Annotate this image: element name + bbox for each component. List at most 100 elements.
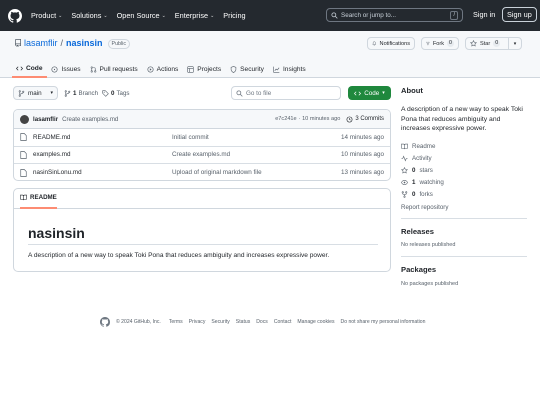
tab-security-label: Security bbox=[240, 66, 264, 73]
nav-pricing[interactable]: Pricing bbox=[223, 11, 245, 20]
readme-body: A description of a new way to speak Toki… bbox=[28, 252, 330, 259]
footer-link-docs[interactable]: Docs bbox=[256, 319, 268, 325]
nav-pricing-label: Pricing bbox=[223, 11, 246, 20]
tab-insights-label: Insights bbox=[282, 66, 306, 73]
footer-link-terms[interactable]: Terms bbox=[169, 319, 183, 325]
search-shortcut-key: / bbox=[450, 10, 458, 20]
tag-count: 0 bbox=[111, 90, 115, 97]
shield-icon bbox=[230, 66, 237, 73]
tag-icon bbox=[102, 90, 109, 97]
forks-link[interactable]: 0 forks bbox=[401, 191, 433, 198]
readme-heading: nasinsin bbox=[28, 225, 85, 241]
file-commit-message[interactable]: Upload of original markdown file bbox=[172, 169, 262, 176]
nav-open-source[interactable]: Open Source ⌄ bbox=[117, 11, 166, 20]
nav-solutions[interactable]: Solutions ⌄ bbox=[71, 11, 107, 20]
fork-button[interactable]: Fork 0 bbox=[421, 37, 459, 50]
file-list: lasamflir Create examples.md e7c241e · 1… bbox=[13, 109, 391, 181]
sign-in-link[interactable]: Sign in bbox=[473, 10, 495, 19]
file-name[interactable]: nasinSinLonu.md bbox=[33, 169, 82, 176]
file-row[interactable]: nasinSinLonu.md Upload of original markd… bbox=[14, 164, 390, 180]
chevron-down-icon: ⌄ bbox=[210, 12, 215, 19]
packages-heading[interactable]: Packages bbox=[401, 265, 436, 274]
tab-pull-requests-label: Pull requests bbox=[99, 66, 138, 73]
branch-selector[interactable]: main ▾ bbox=[13, 86, 58, 100]
fork-label: Fork bbox=[432, 40, 445, 47]
footer-link-manage-cookies[interactable]: Manage cookies bbox=[297, 319, 334, 325]
stars-count: 0 bbox=[412, 167, 416, 174]
avatar[interactable] bbox=[20, 114, 29, 124]
readme-link-label: Readme bbox=[412, 143, 436, 150]
bell-icon bbox=[372, 41, 377, 46]
readme-panel: README nasinsin A description of a new w… bbox=[13, 188, 391, 272]
star-list-dropdown[interactable]: ▾ bbox=[508, 37, 522, 50]
readme-link[interactable]: Readme bbox=[401, 143, 435, 150]
tab-projects[interactable]: Projects bbox=[183, 58, 226, 78]
nav-enterprise-label: Enterprise bbox=[174, 11, 209, 20]
footer: © 2024 GitHub, Inc. Terms Privacy Securi… bbox=[100, 317, 425, 327]
tab-insights[interactable]: Insights bbox=[269, 58, 311, 78]
packages-empty: No packages published bbox=[401, 281, 459, 287]
tab-pull-requests[interactable]: Pull requests bbox=[86, 58, 143, 78]
star-button[interactable]: Star 0 bbox=[465, 37, 509, 50]
sign-up-button[interactable]: Sign up bbox=[502, 7, 537, 22]
repo-owner-link[interactable]: lasamflir bbox=[24, 38, 58, 48]
tags-link[interactable]: 0 Tags bbox=[102, 90, 130, 97]
chevron-down-icon: ▾ bbox=[513, 40, 517, 47]
search-input[interactable]: Search or jump to... / bbox=[326, 8, 463, 22]
notifications-button[interactable]: Notifications bbox=[367, 37, 415, 50]
commit-author[interactable]: lasamflir bbox=[33, 116, 58, 123]
code-icon bbox=[16, 66, 23, 71]
activity-link-label: Activity bbox=[412, 155, 432, 162]
tab-code[interactable]: Code bbox=[12, 58, 48, 78]
footer-link-privacy[interactable]: Privacy bbox=[189, 319, 206, 325]
footer-link-do-not-share[interactable]: Do not share my personal information bbox=[341, 319, 426, 325]
file-commit-message[interactable]: Initial commit bbox=[172, 134, 209, 141]
footer-link-contact[interactable]: Contact bbox=[274, 319, 292, 325]
releases-heading[interactable]: Releases bbox=[401, 227, 434, 236]
branch-count-label: Branch bbox=[78, 90, 99, 97]
releases-empty: No releases published bbox=[401, 242, 456, 248]
branches-link[interactable]: 1 Branch bbox=[64, 90, 98, 97]
stars-label: stars bbox=[419, 167, 433, 174]
branch-icon bbox=[18, 89, 25, 97]
file-row[interactable]: examples.md Create examples.md 10 minute… bbox=[14, 147, 390, 164]
tab-issues[interactable]: Issues bbox=[47, 58, 85, 78]
code-button[interactable]: Code ▾ bbox=[348, 86, 391, 100]
file-name[interactable]: examples.md bbox=[33, 151, 70, 158]
tab-actions[interactable]: Actions bbox=[143, 58, 184, 78]
tab-readme[interactable]: README bbox=[20, 189, 57, 209]
star-label: Star bbox=[480, 40, 491, 47]
commit-message[interactable]: Create examples.md bbox=[62, 116, 118, 123]
about-heading: About bbox=[401, 86, 423, 95]
file-name[interactable]: README.md bbox=[33, 134, 70, 141]
chevron-down-icon: ▾ bbox=[50, 90, 53, 96]
commits-link[interactable]: 3 Commits bbox=[355, 116, 384, 122]
report-repository-link[interactable]: Report repository bbox=[401, 204, 448, 211]
file-commit-message[interactable]: Create examples.md bbox=[172, 151, 230, 158]
fork-count: 0 bbox=[447, 40, 454, 47]
go-to-file-placeholder: Go to file bbox=[246, 89, 272, 97]
tab-security[interactable]: Security bbox=[226, 58, 269, 78]
nav-enterprise[interactable]: Enterprise ⌄ bbox=[175, 11, 214, 20]
go-to-file-input[interactable]: Go to file bbox=[231, 86, 341, 100]
play-circle-icon bbox=[147, 66, 154, 73]
tab-projects-label: Projects bbox=[197, 66, 222, 73]
repo-separator: / bbox=[60, 38, 64, 48]
stars-link[interactable]: 0 stars bbox=[401, 167, 433, 174]
readme-header: README bbox=[14, 189, 390, 209]
file-row[interactable]: README.md Initial commit 14 minutes ago bbox=[14, 129, 390, 147]
tab-code-label: Code bbox=[26, 65, 43, 72]
readme-tab-label: README bbox=[30, 194, 57, 201]
github-logo-icon[interactable] bbox=[8, 8, 22, 23]
repo-title: lasamflir / nasinsin Public bbox=[14, 38, 130, 49]
github-logo-icon[interactable] bbox=[100, 317, 110, 327]
footer-link-security[interactable]: Security bbox=[211, 319, 229, 325]
watching-link[interactable]: 1 watching bbox=[401, 179, 444, 186]
commit-hash[interactable]: e7c241e bbox=[275, 116, 296, 122]
nav-product[interactable]: Product ⌄ bbox=[31, 11, 62, 20]
forks-label: forks bbox=[419, 191, 433, 198]
star-icon bbox=[401, 167, 408, 174]
activity-link[interactable]: Activity bbox=[401, 155, 432, 162]
footer-link-status[interactable]: Status bbox=[236, 319, 250, 325]
repo-name-link[interactable]: nasinsin bbox=[66, 38, 103, 48]
